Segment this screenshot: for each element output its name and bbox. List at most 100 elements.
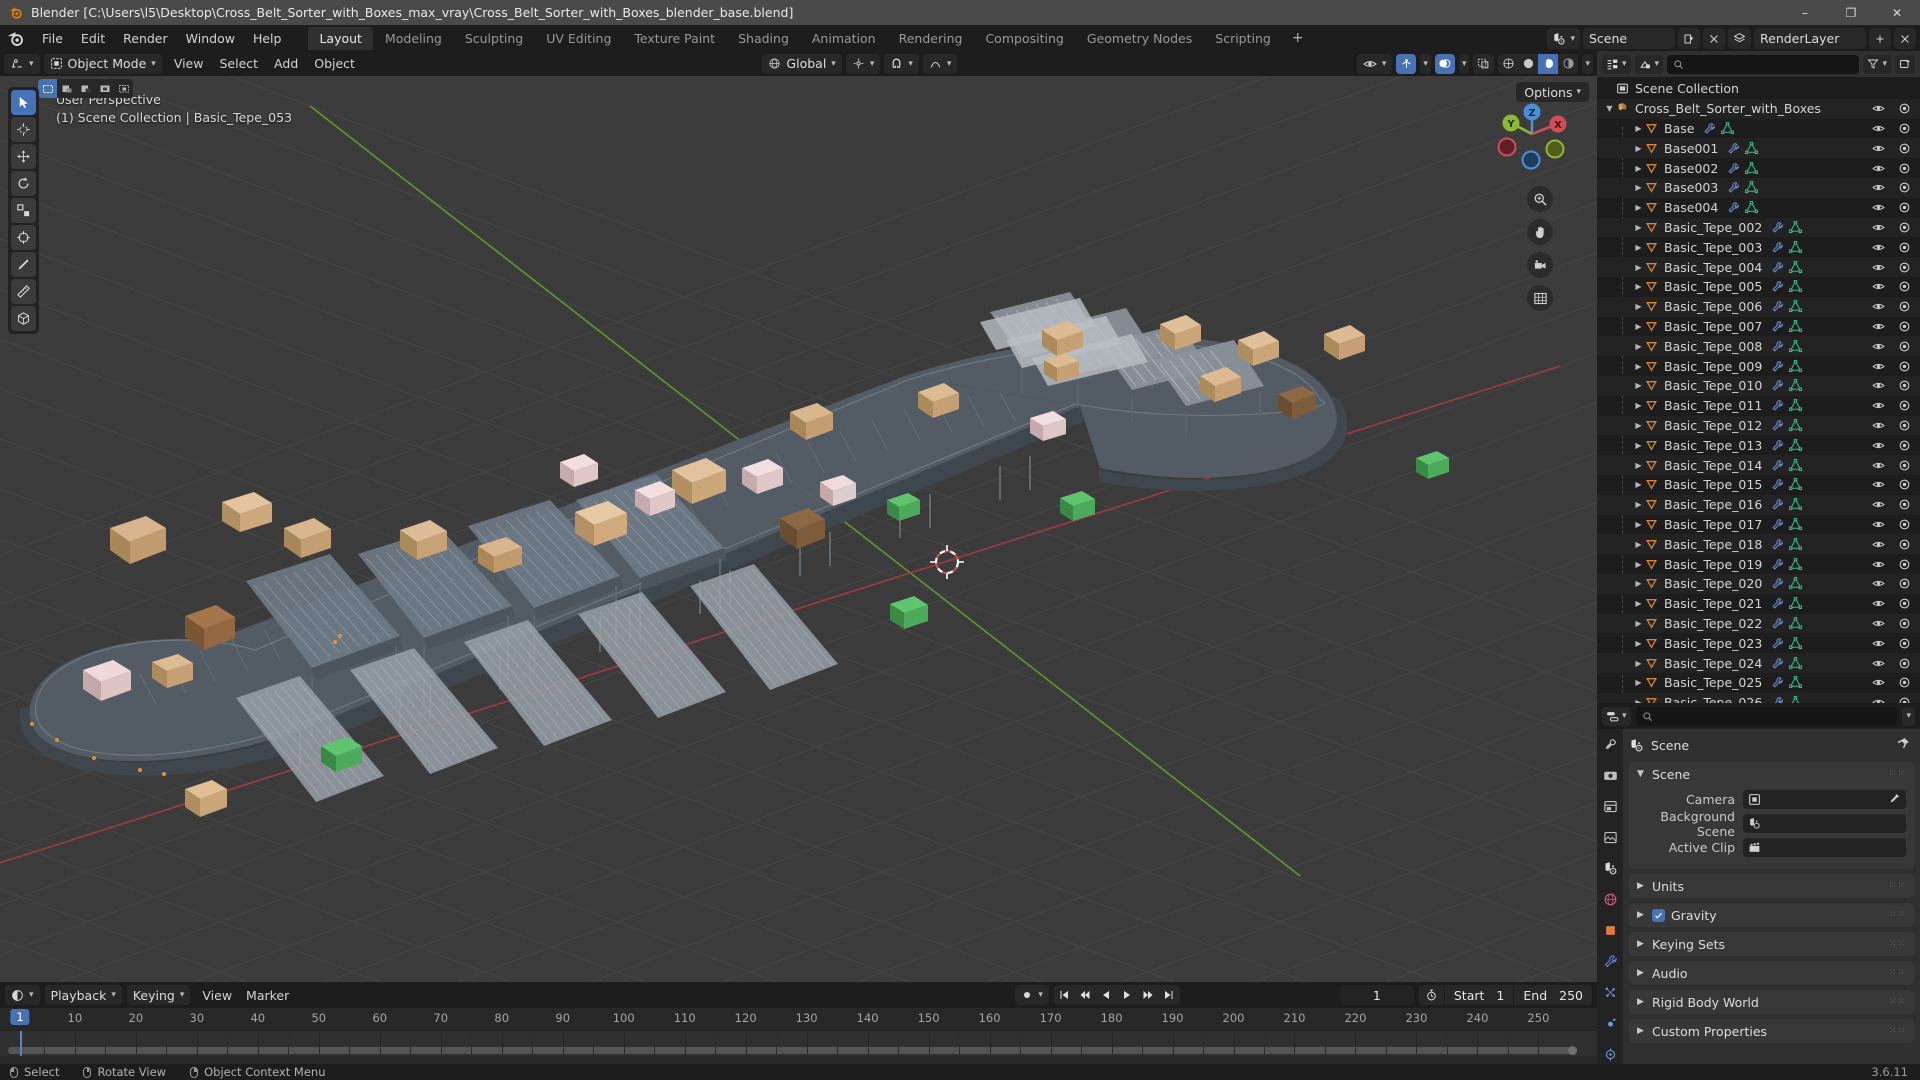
chevron-right-icon[interactable]: ▶ [1632,659,1645,668]
outliner-row[interactable]: ▶ Basic_Tepe_005 [1597,277,1920,297]
eye-icon[interactable] [1872,261,1885,274]
chevron-right-icon[interactable]: ▶ [1632,500,1645,509]
outliner-visibility-toggles[interactable] [1872,399,1911,412]
chevron-right-icon[interactable]: ▶ [1632,243,1645,252]
eye-icon[interactable] [1872,122,1885,135]
outliner-editor[interactable]: ▾ ▾ ▾ Scene Collection ▼ Cross_Belt_Sort… [1597,51,1920,703]
jump-next-keyframe-button[interactable] [1138,985,1159,1005]
camera-view-icon[interactable] [1527,252,1553,278]
chevron-right-icon[interactable]: ▶ [1632,342,1645,351]
chevron-right-icon[interactable]: ▶ [1632,263,1645,272]
panel-drag-grip[interactable]: ⁙⁙ [1889,910,1906,920]
eye-icon[interactable] [1872,558,1885,571]
workspace-tab-rendering[interactable]: Rendering [888,27,974,50]
use-preview-range-button[interactable] [1419,989,1444,1002]
outliner-visibility-toggles[interactable] [1872,538,1911,551]
measure-tool[interactable] [11,279,36,304]
eye-icon[interactable] [1872,300,1885,313]
particles-tab[interactable] [1600,983,1620,1002]
xray-toggle-button[interactable] [1473,53,1495,74]
gizmo-dropdown[interactable]: ▾ [1420,53,1431,74]
outliner-visibility-toggles[interactable] [1872,617,1911,630]
camera-render-icon[interactable] [1898,379,1911,392]
outliner-row[interactable]: ▶ Basic_Tepe_002 [1597,217,1920,238]
minimize-button[interactable]: – [1782,0,1828,25]
outliner-row[interactable]: ▶ Basic_Tepe_007 [1597,317,1920,337]
workspace-tab-shading[interactable]: Shading [727,27,800,50]
timeline-ruler[interactable]: 10 20 30 40 50 60 70 80 90 100 110 120 130 140 150 160 1… [0,1008,1597,1030]
camera-render-icon[interactable] [1898,162,1911,175]
chevron-right-icon[interactable]: ▶ [1632,599,1645,608]
proportional-edit-button[interactable]: ▾ [922,53,958,74]
eye-icon[interactable] [1872,538,1885,551]
gizmo-toggle-group[interactable] [1396,53,1417,74]
eye-icon[interactable] [1872,340,1885,353]
camera-render-icon[interactable] [1898,142,1911,155]
outliner-visibility-toggles[interactable] [1872,498,1911,511]
scene-name-field[interactable]: Scene [1583,28,1675,49]
jump-prev-keyframe-button[interactable] [1075,985,1096,1005]
transform-tool[interactable] [11,225,36,250]
camera-render-icon[interactable] [1898,439,1911,452]
object-tab[interactable] [1600,921,1620,940]
camera-render-icon[interactable] [1898,320,1911,333]
eye-icon[interactable] [1872,657,1885,670]
chevron-right-icon[interactable]: ▶ [1632,461,1645,470]
eye-icon[interactable] [1872,241,1885,254]
workspace-tab-compositing[interactable]: Compositing [974,27,1074,50]
play-reverse-button[interactable] [1096,985,1117,1005]
outliner-visibility-toggles[interactable] [1872,360,1911,373]
eyedropper-icon[interactable] [1889,792,1901,808]
editor-type-button[interactable]: ▾ [4,53,40,74]
outliner-row[interactable]: ▶ Basic_Tepe_018 [1597,534,1920,555]
camera-render-icon[interactable] [1898,538,1911,551]
chevron-right-icon[interactable]: ▶ [1632,401,1645,410]
menu-window[interactable]: Window [177,28,244,49]
show-overlays-button[interactable] [1434,53,1455,74]
camera-render-icon[interactable] [1898,181,1911,194]
timeline-editor[interactable]: ▾ Playback ▾ Keying ▾ View Marker ▾ 1 St… [0,982,1597,1064]
outliner-row-scene-collection[interactable]: Scene Collection [1597,79,1920,99]
chevron-right-icon[interactable]: ▶ [1637,997,1646,1007]
workspace-tab-animation[interactable]: Animation [801,27,887,50]
jump-to-end-button[interactable] [1159,985,1180,1005]
chevron-right-icon[interactable]: ▶ [1632,302,1645,311]
outliner-visibility-toggles[interactable] [1872,439,1911,452]
scene-tab[interactable] [1600,859,1620,878]
outliner-visibility-toggles[interactable] [1872,577,1911,590]
outliner-row[interactable]: ▶ Basic_Tepe_020 [1597,573,1920,594]
camera-render-icon[interactable] [1898,617,1911,630]
viewport-options-button[interactable]: Options ▾ [1516,82,1589,102]
outliner-tree[interactable]: Scene Collection ▼ Cross_Belt_Sorter_with_… [1597,77,1920,703]
new-view-layer-button[interactable] [1869,28,1891,49]
scene-browse-button[interactable]: ▾ [1547,28,1580,49]
wireframe-shading-button[interactable] [1498,54,1518,74]
timeline-menu-view[interactable]: View [195,986,239,1005]
eye-icon[interactable] [1872,696,1885,703]
outliner-row[interactable]: ▶ Basic_Tepe_017 [1597,515,1920,535]
move-tool[interactable] [11,144,36,169]
outliner-display-mode-button[interactable]: ▾ [1634,54,1664,74]
panel-header[interactable]: ▶ Custom Properties ⁙⁙ [1629,1019,1914,1043]
outliner-visibility-toggles[interactable] [1872,122,1911,135]
camera-render-icon[interactable] [1898,657,1911,670]
view-layer-tab[interactable] [1600,828,1620,847]
outliner-row[interactable]: ▶ Basic_Tepe_016 [1597,494,1920,515]
chevron-right-icon[interactable]: ▶ [1632,223,1645,232]
eye-icon[interactable] [1872,360,1885,373]
outliner-editor-type-button[interactable]: ▾ [1602,54,1631,74]
constraints-tab[interactable] [1600,1045,1620,1064]
panel-drag-grip[interactable]: ⁙⁙ [1889,1026,1906,1036]
shading-mode-group[interactable] [1498,53,1579,74]
outliner-visibility-toggles[interactable] [1872,459,1911,472]
outliner-row[interactable]: ▶ Basic_Tepe_024 [1597,653,1920,673]
panel-drag-grip[interactable]: ⁙⁙ [1889,939,1906,949]
outliner-row[interactable]: ▶ Basic_Tepe_023 [1597,633,1920,653]
camera-render-icon[interactable] [1898,478,1911,491]
panel-header[interactable]: ▶ Rigid Body World ⁙⁙ [1629,990,1914,1014]
panel-header[interactable]: ▶ Audio ⁙⁙ [1629,961,1914,985]
overlays-toggle-group[interactable] [1434,53,1455,74]
eye-icon[interactable] [1872,478,1885,491]
property-field-camera[interactable] [1743,790,1906,809]
outliner-visibility-toggles[interactable] [1872,558,1911,571]
